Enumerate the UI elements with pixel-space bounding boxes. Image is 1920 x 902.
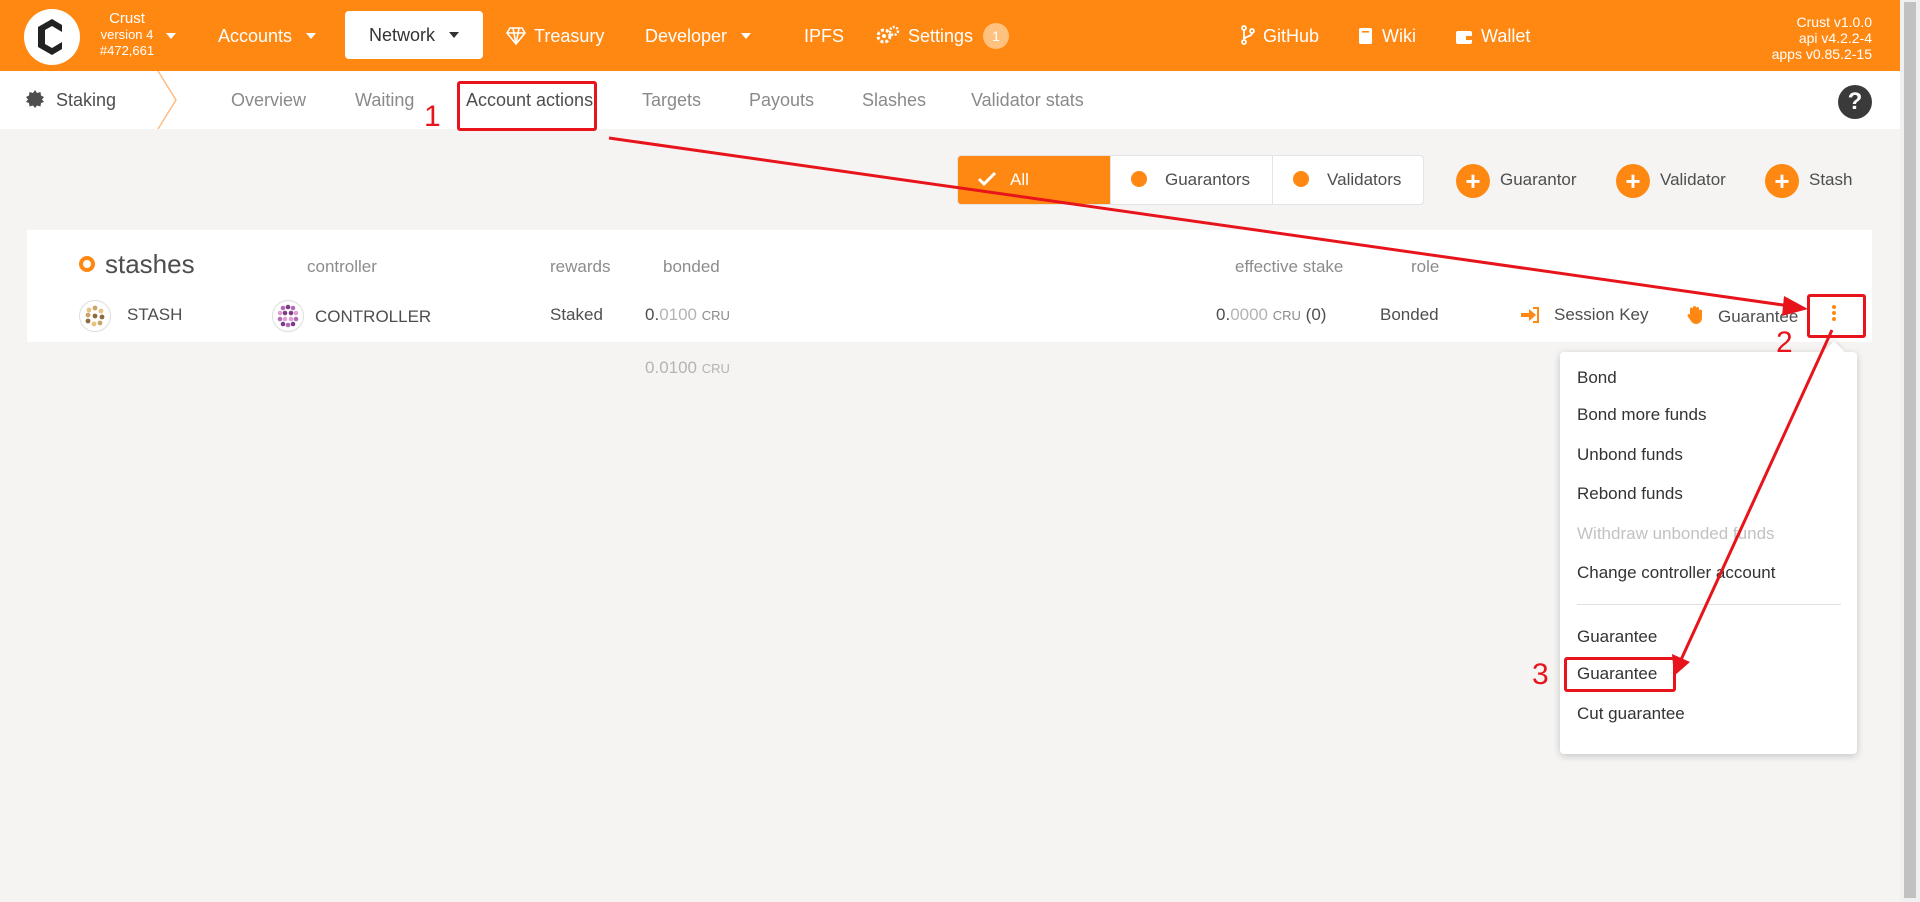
annotation-arrowhead-1: [1782, 296, 1808, 316]
annotation-arrow-2: [1678, 329, 1834, 663]
annotation-arrow-1: [608, 136, 1791, 308]
annotation-arrows: [608, 136, 1834, 676]
